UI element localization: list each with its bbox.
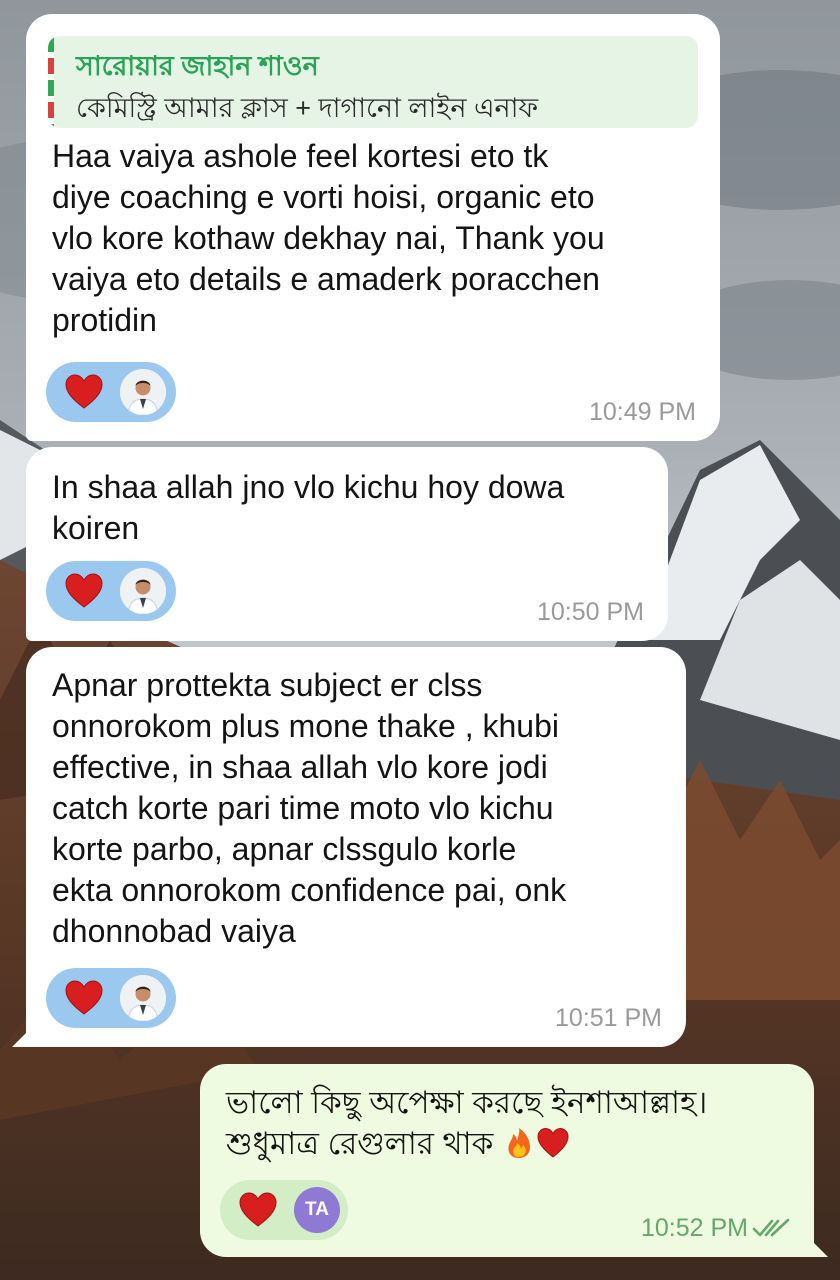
message-text: In shaa allah jno vlo kichu hoy dowa koi…	[52, 469, 565, 546]
reactor-initials-avatar: TA	[294, 1187, 340, 1233]
double-check-icon	[752, 1218, 790, 1237]
reactor-avatar	[120, 369, 166, 415]
message-time: 10:51 PM	[554, 1004, 662, 1032]
message-line-with-emojis: শুধুমাত্র রেগুলার থাক	[226, 1123, 707, 1164]
reactor-avatar	[120, 975, 166, 1021]
fire-emoji-icon	[508, 1128, 530, 1158]
message-bubble-outgoing[interactable]: ভালো কিছু অপেক্ষা করছে ইনশাআল্লাহ। শুধুম…	[200, 1064, 828, 1257]
reply-author: সারোয়ার জাহান শাওন	[76, 51, 319, 81]
heart-emoji-icon	[65, 374, 103, 409]
reactor-avatar	[120, 568, 166, 614]
reply-quote[interactable]: সারোয়ার জাহান শাওন কেমিস্ট্রি আমার ক্লা…	[48, 36, 698, 128]
reply-accent-bar	[48, 36, 54, 128]
message-bubble-incoming[interactable]: In shaa allah jno vlo kichu hoy dowa koi…	[26, 447, 668, 641]
message-text: Apnar prottekta subject er clss onnoroko…	[52, 667, 567, 949]
heart-emoji-icon	[537, 1127, 569, 1158]
message-line: ভালো কিছু অপেক্ষা করছে ইনশাআল্লাহ।	[226, 1085, 708, 1120]
reply-text: কেমিস্ট্রি আমার ক্লাস + দাগানো লাইন এনাফ	[76, 93, 539, 123]
reaction-pill[interactable]: TA	[220, 1180, 348, 1240]
message-text: Haa vaiya ashole feel kortesi eto tk diy…	[52, 138, 605, 338]
reaction-pill[interactable]	[46, 362, 176, 422]
message-line: শুধুমাত্র রেগুলার থাক	[226, 1126, 494, 1161]
message-time: 10:49 PM	[588, 398, 696, 426]
heart-emoji-icon	[239, 1192, 277, 1227]
reaction-pill[interactable]	[46, 561, 176, 621]
message-time: 10:50 PM	[536, 598, 644, 626]
heart-emoji-icon	[65, 573, 103, 608]
message-time: 10:52 PM	[640, 1214, 748, 1242]
message-text: ভালো কিছু অপেক্ষা করছে ইনশাআল্লাহ। শুধুম…	[226, 1082, 707, 1164]
reaction-pill[interactable]	[46, 968, 176, 1028]
message-bubble-incoming[interactable]: Apnar prottekta subject er clss onnoroko…	[12, 647, 686, 1047]
heart-emoji-icon	[65, 980, 103, 1015]
message-bubble-incoming[interactable]: সারোয়ার জাহান শাওন কেমিস্ট্রি আমার ক্লা…	[26, 14, 720, 441]
